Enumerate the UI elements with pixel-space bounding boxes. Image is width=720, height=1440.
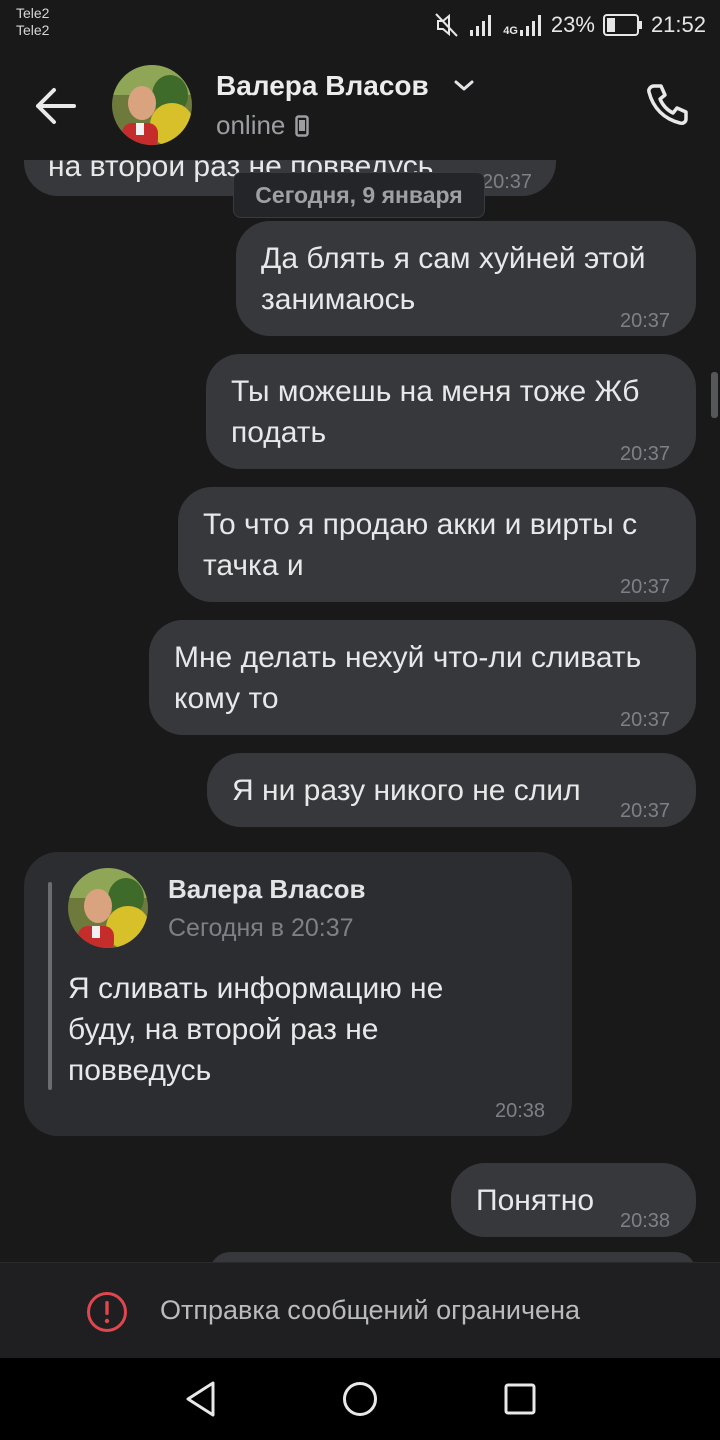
- message-time: 20:37: [620, 576, 671, 598]
- message-time: 20:37: [620, 709, 671, 731]
- phone-icon: [647, 84, 688, 125]
- outgoing-message[interactable]: Я ни разу никого не слил 20:37: [207, 753, 696, 827]
- message-text: Понятно: [476, 1184, 595, 1217]
- date-separator: Сегодня, 9 января: [233, 172, 485, 218]
- forward-author[interactable]: Валера Власов: [168, 874, 366, 905]
- outgoing-message[interactable]: Да блять я сам хуйней этой занимаюсь 20:…: [236, 221, 696, 336]
- message-text: То что я продаю акки и вирты с тачка и: [203, 508, 638, 582]
- presence-text: online: [216, 110, 286, 140]
- avatar[interactable]: [68, 868, 148, 948]
- avatar-photo: [68, 868, 148, 948]
- call-button[interactable]: [644, 80, 692, 128]
- outgoing-message[interactable]: Понятно 20:38: [451, 1163, 696, 1237]
- message-time: 20:37: [482, 171, 533, 193]
- message-list[interactable]: на второй раз не повведусь 20:37 Сегодня…: [0, 0, 720, 1262]
- message-text: Ты можешь на меня тоже Жб подать: [231, 375, 640, 449]
- outgoing-message[interactable]: Мне делать нехуй что-ли сливать кому то …: [149, 620, 696, 735]
- nav-recents-icon[interactable]: [504, 1380, 536, 1423]
- chat-header: Валера Власов online: [0, 52, 720, 160]
- message-time: 20:37: [620, 800, 671, 822]
- message-text: Мне делать нехуй что-ли сливать кому то: [174, 641, 642, 715]
- back-arrow-icon: [36, 88, 76, 124]
- message-time: 20:37: [620, 310, 671, 332]
- message-text: Да блять я сам хуйней этой занимаюсь: [261, 242, 646, 316]
- outgoing-message[interactable]: Ты можешь на меня тоже Жб подать 20:37: [206, 354, 696, 469]
- message-time: 20:38: [620, 1210, 671, 1232]
- forward-indicator: [48, 882, 52, 1090]
- chevron-down-icon[interactable]: [452, 78, 476, 99]
- mobile-device-icon: [295, 114, 310, 137]
- messaging-restricted-bar: Отправка сообщений ограничена: [0, 1262, 720, 1359]
- avatar-photo: [112, 65, 192, 145]
- outgoing-message-partial[interactable]: [210, 1252, 696, 1262]
- outgoing-message[interactable]: То что я продаю акки и вирты с тачка и 2…: [178, 487, 696, 602]
- scrollbar-thumb[interactable]: [711, 372, 718, 418]
- message-text: Я сливать информацию не буду, на второй …: [68, 972, 444, 1087]
- restriction-text: Отправка сообщений ограничена: [160, 1295, 580, 1325]
- system-nav-bar: [0, 1358, 720, 1440]
- avatar[interactable]: [112, 65, 192, 145]
- message-text: Я ни разу никого не слил: [232, 774, 581, 807]
- presence-status: online: [216, 110, 310, 141]
- message-time: 20:38: [495, 1100, 546, 1122]
- nav-home-icon[interactable]: [342, 1380, 378, 1423]
- contact-name[interactable]: Валера Власов: [216, 70, 429, 102]
- back-button[interactable]: [30, 86, 82, 126]
- nav-back-icon[interactable]: [184, 1380, 218, 1423]
- alert-circle-icon: [86, 1291, 128, 1338]
- incoming-forwarded-message[interactable]: Валера Власов Сегодня в 20:37 Я сливать …: [24, 852, 572, 1136]
- forward-author-time: Сегодня в 20:37: [168, 914, 354, 942]
- message-time: 20:37: [620, 443, 671, 465]
